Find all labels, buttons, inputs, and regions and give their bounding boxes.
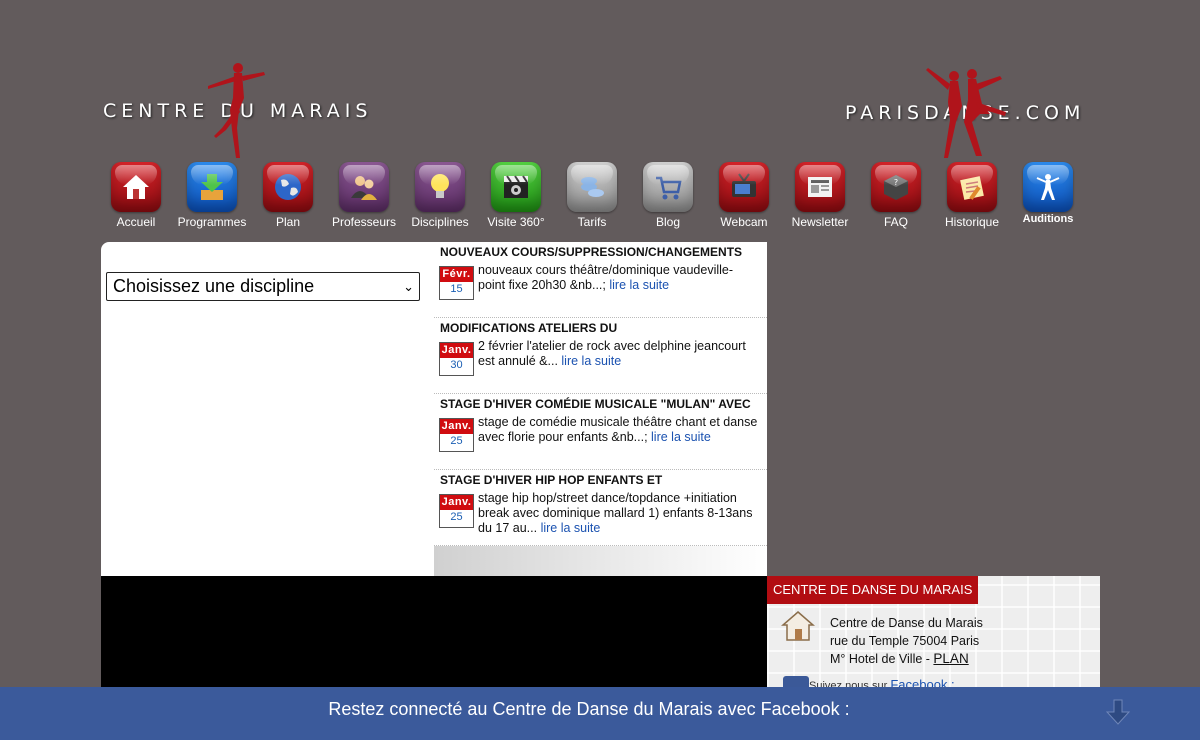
- contact-address: Centre de Danse du Marais rue du Temple …: [830, 614, 983, 668]
- calendar-date-icon: Janv. 25: [439, 418, 474, 452]
- news-title[interactable]: STAGE D'HIVER HIP HOP ENFANTS ET: [440, 473, 662, 487]
- date-month: Janv.: [440, 343, 473, 358]
- tv-icon: [719, 162, 769, 212]
- newspaper-icon: [795, 162, 845, 212]
- read-more-link[interactable]: lire la suite: [651, 430, 711, 444]
- nav-label: Plan: [275, 215, 301, 229]
- date-day: 30: [450, 359, 463, 371]
- news-list: NOUVEAUX COURS/SUPPRESSION/CHANGEMENTS F…: [434, 242, 767, 546]
- calendar-date-icon: Janv. 30: [439, 342, 474, 376]
- news-excerpt: stage hip hop/street dance/topdance +ini…: [478, 491, 758, 536]
- nav-item-professeurs[interactable]: Professeurs: [326, 162, 402, 229]
- facebook-banner-text: Restez connecté au Centre de Danse du Ma…: [0, 699, 1200, 720]
- nav-item-visite-360[interactable]: Visite 360°: [478, 162, 554, 229]
- nav-item-plan[interactable]: Plan: [250, 162, 326, 229]
- home-icon: [111, 162, 161, 212]
- contact-line: rue du Temple 75004 Paris: [830, 634, 980, 648]
- news-excerpt: 2 février l'atelier de rock avec delphin…: [478, 339, 758, 369]
- contact-heading: CENTRE DE DANSE DU MARAIS: [767, 576, 979, 604]
- news-excerpt: nouveaux cours théâtre/dominique vaudevi…: [478, 263, 758, 293]
- calendar-date-icon: Janv. 25: [439, 494, 474, 528]
- news-item: MODIFICATIONS ATELIERS DU Janv. 30 2 fév…: [434, 318, 767, 394]
- teachers-icon: [339, 162, 389, 212]
- download-icon: [187, 162, 237, 212]
- calendar-date-icon: Févr. 15: [439, 266, 474, 300]
- dancer-icon: [1023, 162, 1073, 212]
- clapperboard-icon: [491, 162, 541, 212]
- contact-line: M° Hotel de Ville - PLAN: [830, 650, 983, 668]
- nav-item-webcam[interactable]: Webcam: [706, 162, 782, 229]
- date-month: Janv.: [440, 495, 473, 510]
- news-title[interactable]: NOUVEAUX COURS/SUPPRESSION/CHANGEMENTS: [440, 245, 742, 259]
- facebook-banner[interactable]: Restez connecté au Centre de Danse du Ma…: [0, 687, 1200, 740]
- nav-item-disciplines[interactable]: Disciplines: [402, 162, 478, 229]
- news-title[interactable]: STAGE D'HIVER COMÉDIE MUSICALE "MULAN" A…: [440, 397, 751, 411]
- read-more-link[interactable]: lire la suite: [541, 521, 601, 535]
- notepad-icon: [947, 162, 997, 212]
- nav-label: Programmes: [177, 215, 247, 229]
- news-excerpt-text: stage de comédie musicale théâtre chant …: [478, 415, 758, 444]
- date-month: Févr.: [440, 267, 473, 282]
- nav-item-historique[interactable]: Historique: [934, 162, 1010, 229]
- nav-label: Webcam: [720, 215, 768, 229]
- coins-icon: [567, 162, 617, 212]
- nav-item-accueil[interactable]: Accueil: [98, 162, 174, 229]
- discipline-select-value: Choisissez une discipline: [113, 276, 315, 296]
- news-excerpt-text: stage hip hop/street dance/topdance +ini…: [478, 491, 753, 535]
- nav-item-faq[interactable]: ? FAQ: [858, 162, 934, 229]
- nav-label: Visite 360°: [487, 215, 545, 229]
- nav-label: Historique: [944, 215, 1000, 229]
- nav-item-programmes[interactable]: Programmes: [174, 162, 250, 229]
- plan-link[interactable]: PLAN: [933, 651, 968, 666]
- question-box-icon: ?: [871, 162, 921, 212]
- facebook-banner-label: Restez connecté au Centre de Danse du Ma…: [328, 699, 850, 719]
- news-excerpt: stage de comédie musicale théâtre chant …: [478, 415, 758, 445]
- nav-item-tarifs[interactable]: Tarifs: [554, 162, 630, 229]
- lightbulb-icon: [415, 162, 465, 212]
- metro-text: M° Hotel de Ville -: [830, 652, 934, 666]
- news-title[interactable]: MODIFICATIONS ATELIERS DU: [440, 321, 617, 335]
- nav-item-newsletter[interactable]: Newsletter: [782, 162, 858, 229]
- nav-label: Accueil: [116, 215, 156, 229]
- news-item: STAGE D'HIVER COMÉDIE MUSICALE "MULAN" A…: [434, 394, 767, 470]
- nav-label: Professeurs: [331, 215, 397, 229]
- discipline-select[interactable]: Choisissez une discipline ⌄: [106, 272, 420, 301]
- news-item: STAGE D'HIVER HIP HOP ENFANTS ET Janv. 2…: [434, 470, 767, 546]
- nav-item-blog[interactable]: Blog: [630, 162, 706, 229]
- main-navigation: Accueil Programmes Plan Professeurs Disc…: [100, 162, 1090, 232]
- dancing-couple-icon: [926, 68, 1006, 158]
- globe-icon: [263, 162, 313, 212]
- news-excerpt-text: nouveaux cours théâtre/dominique vaudevi…: [478, 263, 734, 292]
- date-month: Janv.: [440, 419, 473, 434]
- date-day: 25: [450, 511, 463, 523]
- house-icon: [781, 611, 815, 641]
- read-more-link[interactable]: lire la suite: [609, 278, 669, 292]
- nav-label: FAQ: [883, 215, 908, 229]
- arrow-down-icon[interactable]: [1106, 699, 1130, 725]
- nav-label: Newsletter: [791, 215, 849, 229]
- cart-icon: [643, 162, 693, 212]
- date-day: 15: [450, 283, 463, 295]
- ballerina-logo-icon: [208, 63, 265, 158]
- nav-item-auditions[interactable]: Auditions: [1010, 162, 1086, 225]
- contact-line: Centre de Danse du Marais: [830, 616, 983, 630]
- nav-label: Disciplines: [411, 215, 469, 229]
- nav-label: Auditions: [1022, 213, 1074, 225]
- date-day: 25: [450, 435, 463, 447]
- news-footer-gradient: [434, 546, 767, 576]
- svg-text:?: ?: [894, 178, 898, 187]
- main-panel: Choisissez une discipline ⌄ NOUVEAUX COU…: [101, 242, 767, 576]
- chevron-down-icon: ⌄: [403, 279, 414, 294]
- news-item: NOUVEAUX COURS/SUPPRESSION/CHANGEMENTS F…: [434, 242, 767, 318]
- read-more-link[interactable]: lire la suite: [561, 354, 621, 368]
- nav-label: Blog: [655, 215, 681, 229]
- nav-label: Tarifs: [577, 215, 607, 229]
